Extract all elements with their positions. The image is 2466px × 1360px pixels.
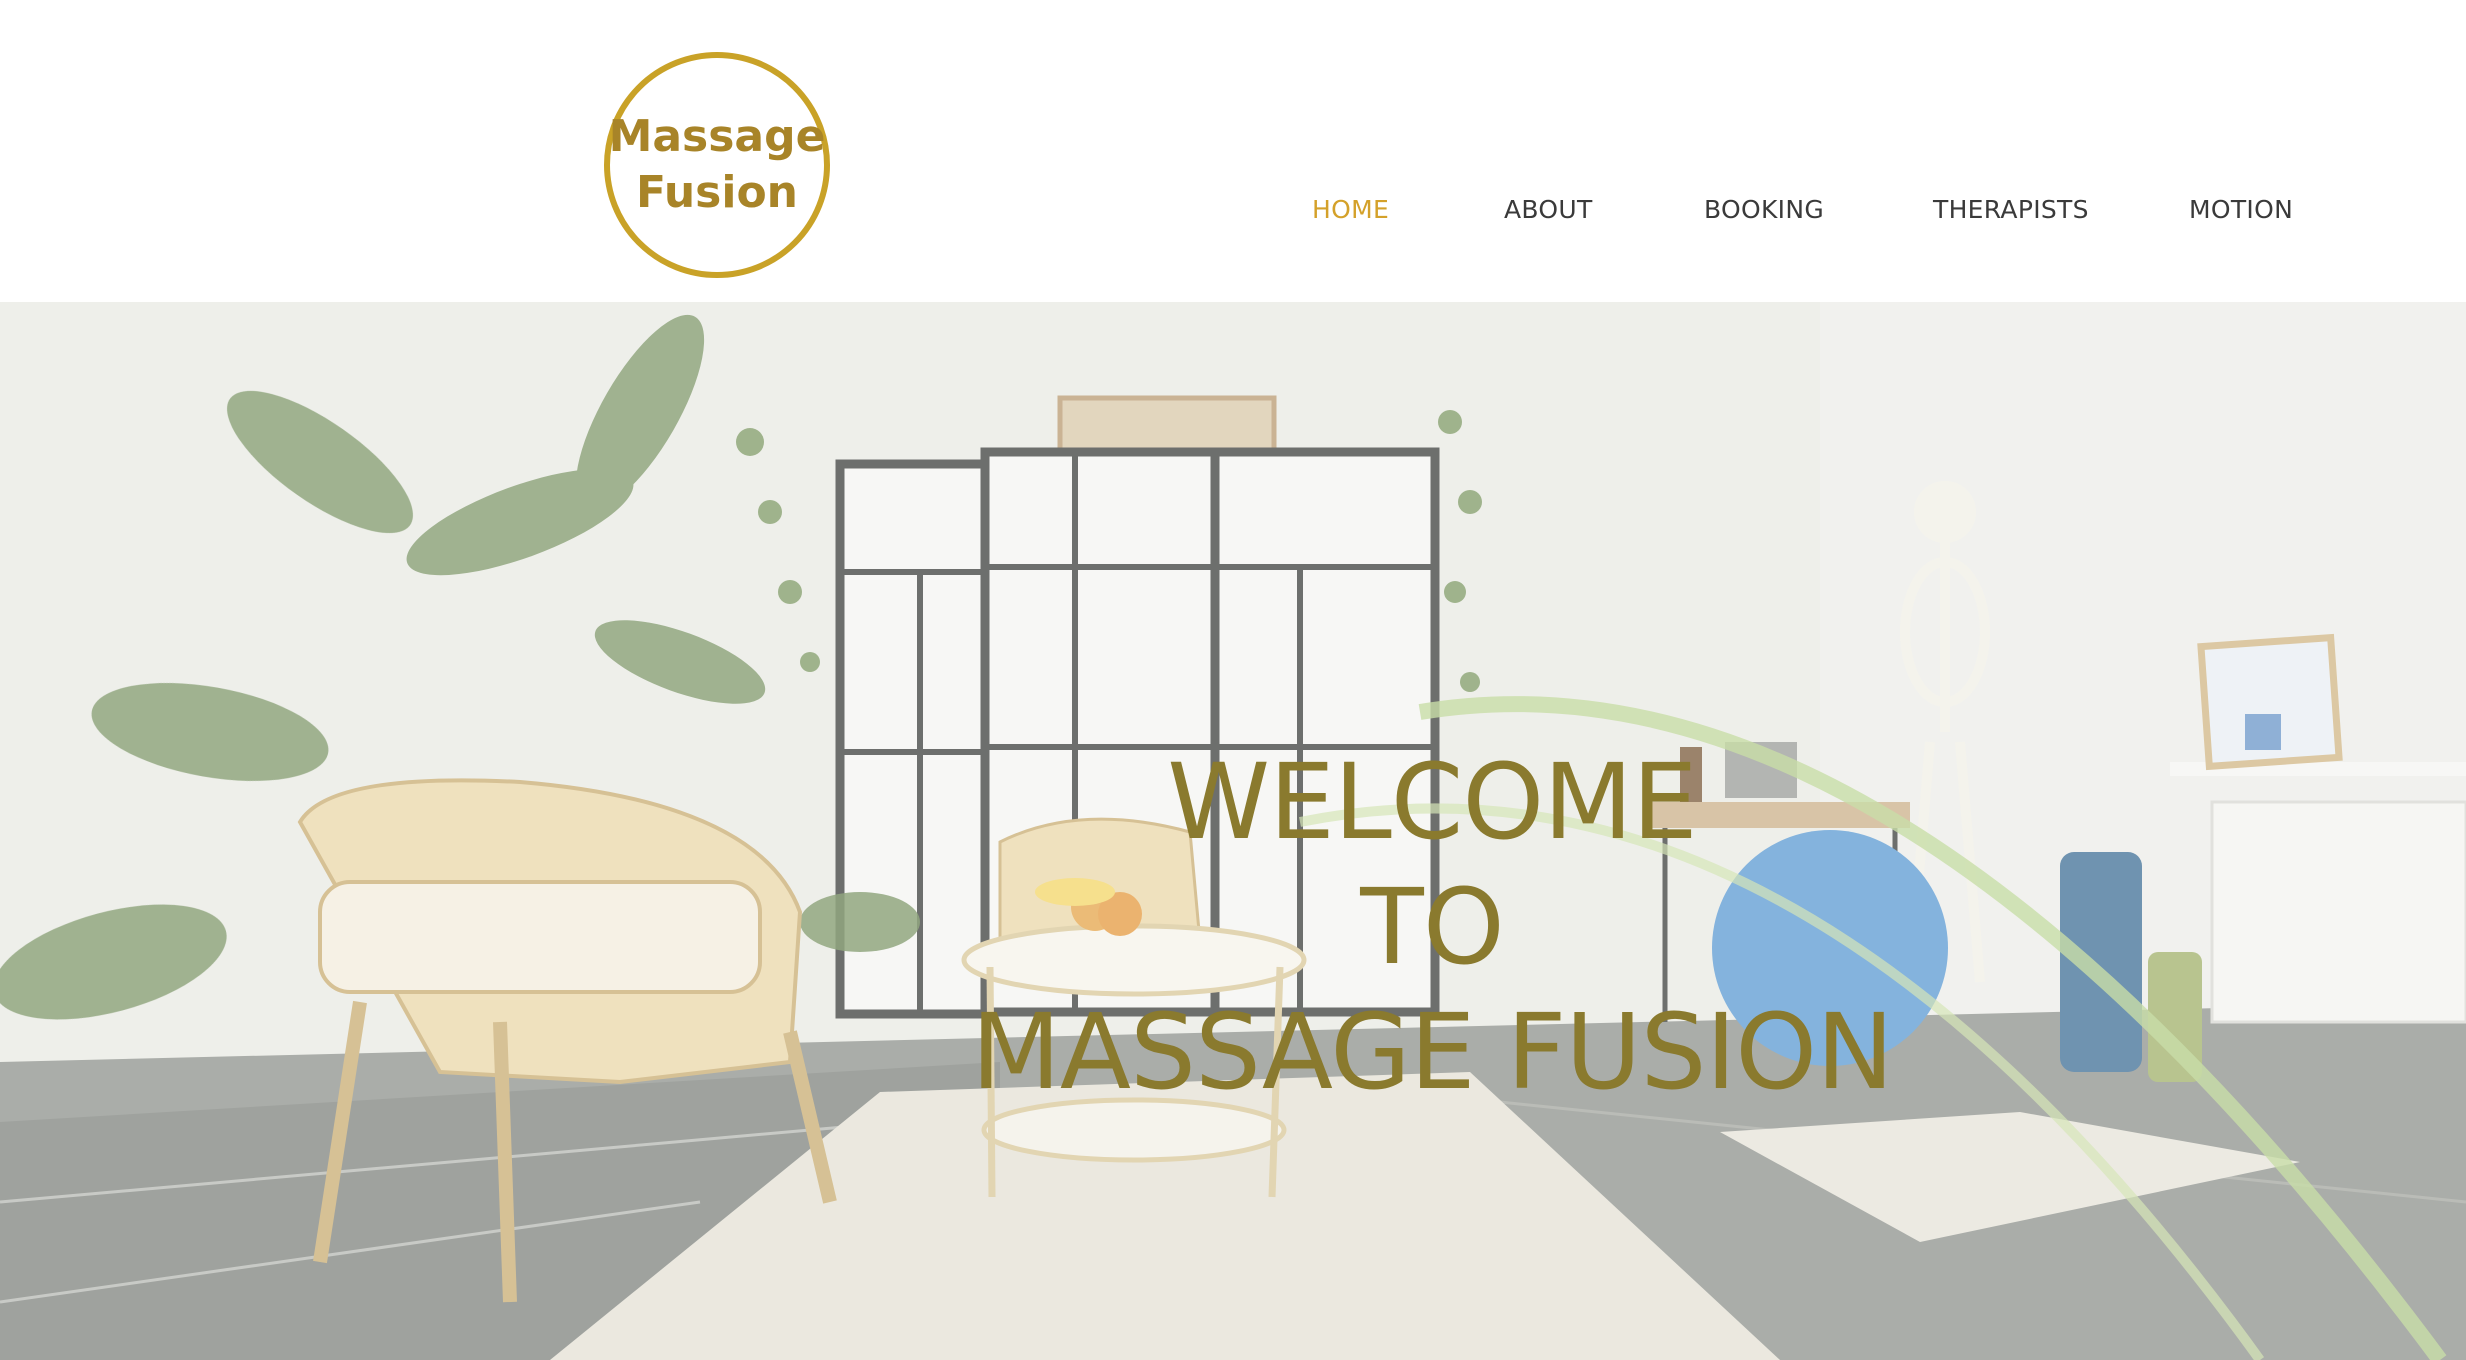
logo-text-line1: Massage: [608, 111, 826, 162]
hero-title-line-3: MASSAGE FUSION: [971, 991, 1894, 1113]
hero-title-line-2: TO: [1360, 866, 1504, 988]
main-nav: HOME ABOUT BOOKING THERAPISTS MOTION: [0, 190, 2466, 230]
hero-title: WELCOME TO MASSAGE FUSION: [0, 740, 2466, 1115]
site-logo[interactable]: Massage Fusion: [604, 52, 830, 278]
site-header: Massage Fusion HOME ABOUT BOOKING THERAP…: [0, 0, 2466, 302]
nav-item-motion[interactable]: MOTION: [2189, 190, 2293, 230]
nav-item-therapists[interactable]: THERAPISTS: [1933, 190, 2089, 230]
hero-title-line-1: WELCOME: [1167, 741, 1697, 863]
nav-item-about[interactable]: ABOUT: [1504, 190, 1593, 230]
nav-item-home[interactable]: HOME: [1312, 190, 1389, 230]
hero-section: WELCOME TO MASSAGE FUSION: [0, 302, 2466, 1360]
nav-item-booking[interactable]: BOOKING: [1704, 190, 1824, 230]
